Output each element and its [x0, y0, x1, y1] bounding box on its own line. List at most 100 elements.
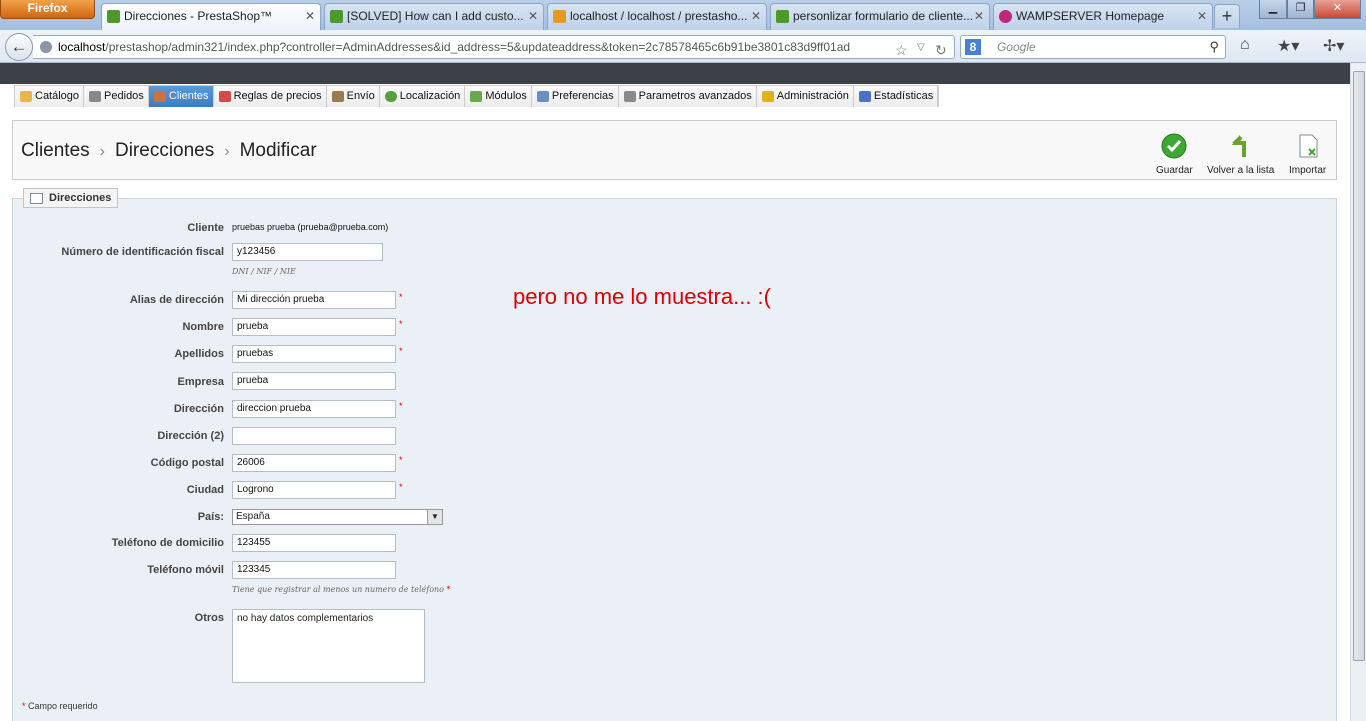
required-star: * — [399, 319, 403, 329]
folder-icon — [20, 91, 32, 102]
pais-selected-value: España — [236, 511, 270, 522]
minimize-button[interactable]: ▁ — [1259, 0, 1287, 19]
tab-solved[interactable]: [SOLVED] How can I add custo... ✕ — [324, 3, 544, 30]
google-search-engine-icon[interactable]: 8 — [965, 39, 981, 55]
direccion2-label: Dirección (2) — [157, 430, 224, 442]
menu-item-label: Localización — [399, 90, 461, 102]
telefono-field[interactable]: 123455 — [232, 534, 396, 552]
apellidos-label: Apellidos — [174, 348, 224, 360]
tab-close-icon[interactable]: ✕ — [1197, 4, 1207, 28]
tab-title: personlizar formulario de cliente... — [793, 9, 974, 23]
globe-icon — [40, 41, 52, 53]
scrollbar-thumb[interactable] — [1353, 71, 1365, 661]
menu-item-label: Reglas de precios — [233, 90, 322, 102]
tab-close-icon[interactable]: ✕ — [974, 4, 984, 28]
menu-item-estadisticas[interactable]: Estadísticas — [854, 86, 939, 107]
puzzle-icon — [470, 91, 483, 102]
vertical-scrollbar[interactable] — [1350, 63, 1366, 721]
tab-close-icon[interactable]: ✕ — [528, 4, 538, 28]
movil-field[interactable]: 123345 — [232, 561, 396, 579]
breadcrumb-item[interactable]: Clientes — [21, 140, 90, 161]
navigation-bar: ← localhost/prestashop/admin321/index.ph… — [0, 30, 1366, 63]
tab-title: WAMPSERVER Homepage — [1016, 9, 1165, 23]
search-input[interactable]: 8 Google ⚲ — [960, 35, 1226, 59]
menu-item-administracion[interactable]: Administración — [757, 86, 854, 107]
menu-item-pedidos[interactable]: Pedidos — [84, 86, 149, 107]
home-icon[interactable]: ⌂ — [1240, 36, 1250, 54]
required-star: * — [446, 585, 451, 594]
close-window-button[interactable]: ✕ — [1314, 0, 1361, 19]
menu-item-envio[interactable]: Envío — [327, 86, 380, 107]
nombre-field[interactable]: prueba — [232, 318, 396, 336]
menu-item-clientes[interactable]: Clientes — [148, 86, 214, 107]
save-button[interactable]: Guardar — [1156, 133, 1193, 176]
ciudad-field[interactable]: Logrono — [232, 481, 396, 499]
required-star: * — [399, 401, 403, 411]
back-arrow-icon[interactable]: ← — [5, 33, 33, 61]
reload-icon[interactable]: ↻ — [935, 39, 947, 58]
chevron-down-icon[interactable]: ▼ — [427, 510, 442, 524]
menu-item-label: Catálogo — [35, 90, 80, 102]
required-star: * — [399, 292, 403, 302]
required-note: * Campo requerido — [22, 701, 98, 711]
addon-icon[interactable]: ✢▾ — [1323, 36, 1344, 56]
menu-item-preferencias[interactable]: Preferencias — [532, 86, 619, 107]
menu-item-parametros-avanzados[interactable]: Parametros avanzados — [619, 86, 757, 107]
chart-icon — [858, 91, 871, 102]
direccion2-field[interactable] — [232, 427, 396, 445]
menu-item-modulos[interactable]: Módulos — [465, 86, 532, 107]
tab-title: Direcciones - PrestaShop™ — [124, 9, 273, 23]
tab-phpmyadmin[interactable]: localhost / localhost / prestasho... ✕ — [547, 3, 767, 30]
codigo-postal-field[interactable]: 26006 — [232, 454, 396, 472]
pais-select[interactable]: España ▼ — [232, 509, 443, 525]
save-label: Guardar — [1156, 165, 1193, 176]
menu-item-label: Envío — [346, 90, 375, 102]
phone-hint: Tiene que registrar al menos un numero d… — [232, 585, 451, 594]
breadcrumb-item[interactable]: Direcciones — [115, 140, 214, 161]
otros-textarea[interactable]: no hay datos complementarios — [232, 609, 425, 683]
direccion-label: Dirección — [173, 403, 224, 415]
menu-item-reglas-de-precios[interactable]: Reglas de precios — [214, 86, 327, 107]
form-legend-label: Direcciones — [49, 192, 112, 204]
import-label: Importar — [1289, 165, 1327, 176]
url-bar[interactable]: localhost/prestashop/admin321/index.php?… — [33, 35, 955, 59]
empresa-field[interactable]: prueba — [232, 372, 396, 390]
menu-item-catalogo[interactable]: Catálogo — [15, 86, 85, 107]
tab-close-icon[interactable]: ✕ — [751, 4, 761, 28]
breadcrumb: Clientes › Direcciones › Modificar — [21, 140, 317, 162]
search-icon[interactable]: ⚲ — [1209, 36, 1219, 58]
nif-field[interactable]: y123456 — [232, 243, 383, 261]
menu-item-localizacion[interactable]: Localización — [380, 86, 466, 107]
bookmarks-icon[interactable]: ★▾ — [1277, 36, 1299, 56]
direccion-field[interactable]: direccion prueba — [232, 400, 396, 418]
dropdown-icon[interactable]: ▽ — [917, 37, 925, 58]
bookmark-star-icon[interactable]: ☆ — [895, 39, 908, 58]
tab-wampserver[interactable]: WAMPSERVER Homepage ✕ — [993, 3, 1213, 30]
firefox-menu-button[interactable]: Firefox — [0, 0, 95, 19]
menu-item-label: Pedidos — [104, 90, 144, 102]
tab-direcciones[interactable]: Direcciones - PrestaShop™ ✕ — [101, 3, 321, 30]
back-to-list-button[interactable]: Volver a la lista — [1207, 133, 1274, 176]
alias-field[interactable]: Mi dirección prueba — [232, 291, 396, 309]
telefono-label: Teléfono de domicilio — [111, 537, 224, 549]
maximize-button[interactable]: ❐ — [1287, 0, 1314, 19]
truck-icon — [331, 91, 344, 102]
breadcrumb-separator-icon: › — [224, 143, 230, 160]
prestashop-favicon-icon — [330, 10, 343, 23]
tab-title: [SOLVED] How can I add custo... — [347, 9, 524, 23]
import-button[interactable]: Importar — [1289, 133, 1326, 176]
nif-hint: DNI / NIF / NIE — [232, 267, 296, 276]
key-icon — [761, 91, 774, 102]
back-to-list-label: Volver a la lista — [1207, 165, 1275, 176]
user-icon — [153, 91, 166, 102]
page-title: Modificar — [239, 140, 317, 161]
apellidos-field[interactable]: pruebas — [232, 345, 396, 363]
form-legend: Direcciones — [23, 188, 119, 208]
admin-menu: Catálogo Pedidos Clientes Reglas de prec… — [14, 85, 940, 107]
browser-window: Firefox Direcciones - PrestaShop™ ✕ [SOL… — [0, 0, 1366, 721]
alias-label: Alias de dirección — [129, 294, 224, 306]
tab-close-icon[interactable]: ✕ — [305, 4, 315, 28]
breadcrumb-separator-icon: › — [99, 143, 105, 160]
new-tab-button[interactable]: + — [1214, 4, 1240, 28]
tab-personalizar[interactable]: personlizar formulario de cliente... ✕ — [770, 3, 990, 30]
